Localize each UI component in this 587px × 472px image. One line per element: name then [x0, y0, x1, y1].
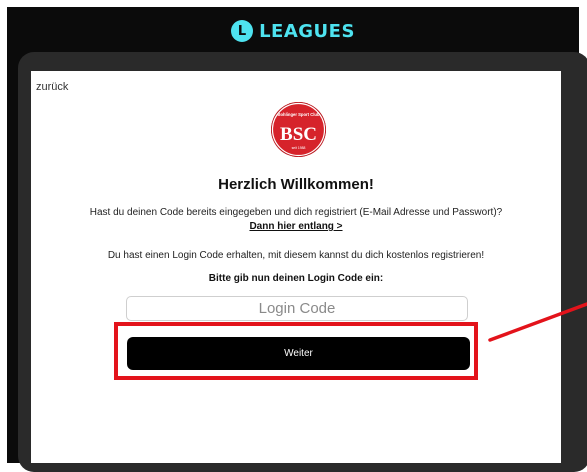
club-logo-bottom-text: seit 1988: [292, 146, 306, 150]
brand-name: LEAGUES: [259, 20, 355, 42]
code-prompt: Bitte gib nun deinen Login Code ein:: [208, 273, 384, 284]
annotation-highlight-box: [114, 322, 478, 380]
page-title: Herzlich Willkommen!: [218, 176, 374, 193]
club-logo-letters: BSC: [280, 124, 317, 145]
club-crest-icon: Bohlinger Sport Club BSC seit 1988: [271, 102, 326, 157]
brand: L LEAGUES: [231, 20, 355, 42]
login-info-text: Du hast einen Login Code erhalten, mit d…: [107, 250, 485, 261]
login-card: zurück Bohlinger Sport Club BSC seit 198…: [31, 71, 561, 463]
back-link[interactable]: zurück: [36, 81, 68, 93]
top-bar: L LEAGUES: [7, 7, 579, 55]
brand-mark: L: [237, 23, 247, 39]
registered-link[interactable]: Dann hier entlang >: [31, 221, 561, 232]
registered-prompt: Hast du deinen Code bereits eingegeben u…: [89, 207, 503, 218]
login-code-input[interactable]: [126, 296, 468, 321]
club-logo-top-text: Bohlinger Sport Club: [277, 112, 320, 117]
club-logo: Bohlinger Sport Club BSC seit 1988: [271, 102, 326, 157]
leagues-logo-icon: L: [231, 20, 254, 42]
